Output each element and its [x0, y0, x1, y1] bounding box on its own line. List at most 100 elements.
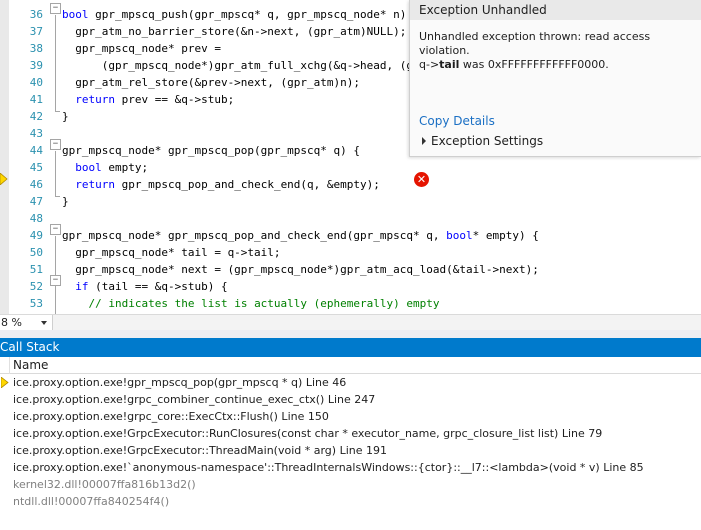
- code-line[interactable]: bool gpr_mpscq_push(gpr_mpscq* q, gpr_mp…: [62, 6, 420, 23]
- code-line[interactable]: gpr_mpscq_node* tail = q->tail;: [62, 244, 281, 261]
- call-stack-frame-text: ice.proxy.option.exe!GrpcExecutor::Threa…: [13, 444, 387, 457]
- line-number: 48: [29, 212, 43, 225]
- code-token: bool: [62, 8, 89, 21]
- call-stack-frame-text: ice.proxy.option.exe!grpc_combiner_conti…: [13, 393, 376, 406]
- exception-message-line2: q->tail was 0xFFFFFFFFFFFF0000.: [419, 58, 697, 72]
- code-line[interactable]: if (tail == &q->stub) {: [62, 278, 228, 295]
- panel-splitter[interactable]: [0, 330, 701, 338]
- code-line[interactable]: gpr_mpscq_node* gpr_mpscq_pop(gpr_mpscq*…: [62, 142, 360, 159]
- error-icon[interactable]: ✕: [414, 172, 429, 187]
- message-suffix: was 0xFFFFFFFFFFFF0000.: [459, 58, 609, 71]
- code-token: gpr_mpscq_node* next = (gpr_mpscq_node*)…: [62, 263, 539, 276]
- code-token: gpr_mpscq_node* tail = q->tail;: [62, 246, 281, 259]
- code-editor[interactable]: 36373839404142434445464748495051525354 −…: [0, 0, 701, 314]
- code-token: bool: [446, 229, 473, 242]
- code-token: return: [75, 178, 115, 191]
- call-stack-row[interactable]: kernel32.dll!00007ffa816b13d2(): [0, 476, 701, 493]
- call-stack-row[interactable]: ice.proxy.option.exe!GrpcExecutor::RunCl…: [0, 425, 701, 442]
- current-frame-arrow-icon: [1, 377, 9, 388]
- line-number: 45: [29, 161, 43, 174]
- code-token: // indicates the list is actually (ephem…: [88, 297, 440, 310]
- column-header-name[interactable]: Name: [0, 357, 701, 374]
- column-separator: [9, 357, 10, 374]
- line-number: 44: [29, 144, 43, 157]
- code-token: gpr_mpscq_node* gpr_mpscq_pop_and_check_…: [62, 229, 447, 242]
- line-number: 36: [29, 8, 43, 21]
- line-number: 49: [29, 229, 43, 242]
- zoom-dropdown[interactable]: 8 %: [0, 315, 53, 330]
- code-line[interactable]: // indicates the list is actually (ephem…: [62, 295, 440, 312]
- call-stack-frame-text: ice.proxy.option.exe!gpr_mpscq_pop(gpr_m…: [13, 376, 347, 389]
- code-token: gpr_mpscq_pop_and_check_end(q, &empty);: [115, 178, 380, 191]
- code-line[interactable]: gpr_mpscq_node* gpr_mpscq_pop_and_check_…: [62, 227, 539, 244]
- editor-status-strip: 8 %: [0, 314, 701, 330]
- column-header-label: Name: [13, 358, 49, 372]
- exception-message-line1: Unhandled exception thrown: read access …: [419, 30, 651, 57]
- call-stack-window: Call Stack Name ice.proxy.option.exe!gpr…: [0, 330, 701, 530]
- code-line[interactable]: bool empty;: [62, 159, 148, 176]
- message-bold: tail: [439, 58, 460, 71]
- line-number: 40: [29, 76, 43, 89]
- code-token: if: [75, 280, 89, 293]
- code-token: gpr_mpscq_node* prev =: [62, 42, 221, 55]
- line-number: 39: [29, 59, 43, 72]
- code-token: return: [75, 93, 115, 106]
- code-line[interactable]: return prev == &q->stub;: [62, 91, 234, 108]
- current-statement-arrow-icon: [0, 173, 8, 185]
- line-number: 41: [29, 93, 43, 106]
- exception-settings-label: Exception Settings: [431, 134, 544, 148]
- call-stack-list: ice.proxy.option.exe!gpr_mpscq_pop(gpr_m…: [0, 374, 701, 510]
- call-stack-row[interactable]: ice.proxy.option.exe!`anonymous-namespac…: [0, 459, 701, 476]
- call-stack-frame-text: kernel32.dll!00007ffa816b13d2(): [13, 478, 196, 491]
- line-number: 38: [29, 42, 43, 55]
- call-stack-row[interactable]: ice.proxy.option.exe!GrpcExecutor::Threa…: [0, 442, 701, 459]
- code-line[interactable]: gpr_mpscq_node* prev =: [62, 40, 221, 57]
- code-line[interactable]: }: [62, 193, 69, 210]
- code-line[interactable]: gpr_atm_no_barrier_store(&n->next, (gpr_…: [62, 23, 406, 40]
- message-prefix: q->: [419, 58, 440, 71]
- exception-settings-expander[interactable]: Exception Settings: [422, 134, 543, 148]
- outline-guide: [55, 15, 56, 111]
- line-number: 37: [29, 25, 43, 38]
- line-number: 51: [29, 263, 43, 276]
- code-token: gpr_atm_rel_store(&prev->next, (gpr_atm)…: [62, 76, 361, 89]
- collapse-outline-icon[interactable]: −: [50, 224, 61, 235]
- outline-guide: [55, 151, 56, 196]
- expand-triangle-icon: [422, 137, 426, 145]
- code-token: gpr_mpscq_push(gpr_mpscq* q, gpr_mpscq_n…: [88, 8, 420, 21]
- horizontal-scrollbar[interactable]: [54, 318, 700, 327]
- code-line[interactable]: }: [62, 108, 69, 125]
- line-number: 43: [29, 127, 43, 140]
- line-number: 50: [29, 246, 43, 259]
- outline-guide-end: [55, 196, 60, 197]
- call-stack-frame-text: ice.proxy.option.exe!GrpcExecutor::RunCl…: [13, 427, 603, 440]
- line-number: 47: [29, 195, 43, 208]
- code-line[interactable]: return gpr_mpscq_pop_and_check_end(q, &e…: [62, 176, 380, 193]
- code-token: gpr_atm_no_barrier_store(&n->next, (gpr_…: [62, 25, 407, 38]
- call-stack-frame-text: ntdll.dll!00007ffa840254f4(): [13, 495, 170, 508]
- exception-popup: Exception Unhandled Unhandled exception …: [409, 0, 701, 157]
- call-stack-row[interactable]: ice.proxy.option.exe!grpc_combiner_conti…: [0, 391, 701, 408]
- code-line[interactable]: gpr_atm_rel_store(&prev->next, (gpr_atm)…: [62, 74, 360, 91]
- code-token: (tail == &q->stub) {: [88, 280, 228, 293]
- collapse-outline-icon[interactable]: −: [50, 275, 61, 286]
- indicator-margin[interactable]: [0, 0, 9, 314]
- call-stack-row[interactable]: ice.proxy.option.exe!grpc_core::ExecCtx:…: [0, 408, 701, 425]
- call-stack-title: Call Stack: [0, 338, 701, 357]
- code-token: }: [62, 110, 69, 123]
- chevron-down-icon: [41, 321, 47, 325]
- call-stack-frame-text: ice.proxy.option.exe!grpc_core::ExecCtx:…: [13, 410, 329, 423]
- code-token: gpr_mpscq_node* gpr_mpscq_pop(gpr_mpscq*…: [62, 144, 361, 157]
- code-line[interactable]: gpr_mpscq_node* next = (gpr_mpscq_node*)…: [62, 261, 539, 278]
- collapse-outline-icon[interactable]: −: [50, 139, 61, 150]
- collapse-outline-icon[interactable]: −: [50, 3, 61, 14]
- copy-details-link[interactable]: Copy Details: [419, 114, 495, 128]
- line-number: 52: [29, 280, 43, 293]
- code-token: prev == &q->stub;: [115, 93, 235, 106]
- call-stack-row[interactable]: ice.proxy.option.exe!gpr_mpscq_pop(gpr_m…: [0, 374, 701, 391]
- call-stack-row[interactable]: ntdll.dll!00007ffa840254f4(): [0, 493, 701, 510]
- code-token: empty;: [101, 161, 149, 174]
